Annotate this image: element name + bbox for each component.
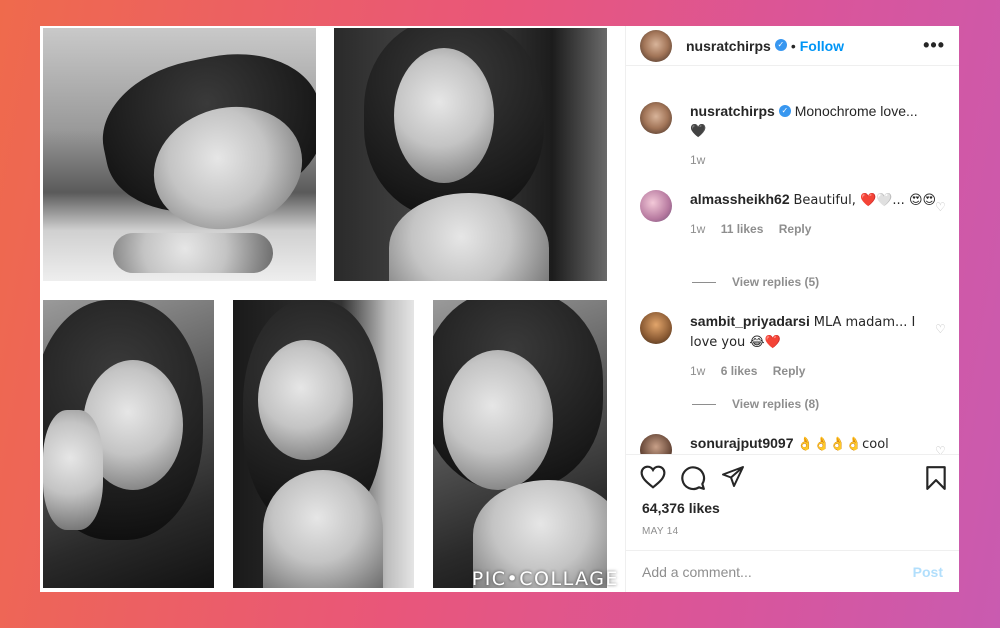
post-side-panel: nusratchirps ✓ • Follow ••• nusratchirps… bbox=[625, 26, 959, 592]
post-frame: PIC•COLLAGE nusratchirps ✓ • Follow ••• … bbox=[40, 26, 959, 592]
comment-icon[interactable] bbox=[680, 465, 706, 491]
comment-like-heart-icon[interactable]: ♡ bbox=[935, 322, 947, 336]
comments-list[interactable]: nusratchirps ✓ Monochrome love... 🖤 1w al… bbox=[626, 66, 959, 454]
caption-text: Monochrome love... bbox=[794, 103, 918, 119]
commenter-avatar[interactable] bbox=[640, 190, 672, 222]
caption-time: 1w bbox=[690, 153, 706, 167]
caption: nusratchirps ✓ Monochrome love... 🖤 1w bbox=[640, 102, 945, 170]
comment-username[interactable]: almassheikh62 bbox=[690, 191, 790, 207]
bookmark-icon[interactable] bbox=[925, 465, 947, 491]
collage-watermark: PIC•COLLAGE bbox=[471, 568, 619, 590]
comment-item: sambit_priyadarsi MLA madam... I love yo… bbox=[640, 312, 945, 381]
verified-badge-icon: ✓ bbox=[774, 38, 787, 51]
post-comment-button[interactable]: Post bbox=[913, 564, 943, 580]
post-date: MAY 14 bbox=[642, 526, 679, 537]
comment-text: 👌👌👌👌cool bbox=[797, 437, 889, 452]
comment-username[interactable]: sambit_priyadarsi bbox=[690, 313, 810, 329]
author-avatar[interactable] bbox=[640, 29, 672, 62]
add-comment-bar: Add a comment... Post bbox=[626, 550, 959, 592]
collage-photo-5 bbox=[433, 300, 607, 588]
follow-button[interactable]: Follow bbox=[800, 38, 844, 54]
comment-meta: 1w 6 likes Reply bbox=[690, 362, 945, 381]
caption-emoji: 🖤 bbox=[690, 124, 707, 139]
comment-text: Beautiful, ❤️🤍... 😍😍 bbox=[793, 193, 937, 208]
comment-time: 1w bbox=[690, 222, 706, 236]
collage-photo-1 bbox=[43, 28, 316, 281]
comment-likes[interactable]: 11 likes bbox=[721, 222, 764, 236]
more-options-icon[interactable]: ••• bbox=[923, 35, 945, 56]
share-icon[interactable] bbox=[720, 465, 746, 489]
commenter-avatar[interactable] bbox=[640, 434, 672, 454]
comment-item: sonurajput9097 👌👌👌👌cool bbox=[640, 434, 945, 454]
verified-badge-icon: ✓ bbox=[778, 105, 791, 118]
comment-username[interactable]: sonurajput9097 bbox=[690, 435, 793, 451]
commenter-avatar[interactable] bbox=[640, 312, 672, 344]
collage-photo-4 bbox=[233, 300, 414, 588]
caption-avatar[interactable] bbox=[640, 102, 672, 134]
reply-button[interactable]: Reply bbox=[779, 222, 812, 236]
view-replies-button[interactable]: View replies (8) bbox=[692, 397, 819, 411]
author-username[interactable]: nusratchirps bbox=[686, 38, 771, 54]
caption-username[interactable]: nusratchirps bbox=[690, 103, 775, 119]
comment-item: almassheikh62 Beautiful, ❤️🤍... 😍😍 1w 11… bbox=[640, 190, 945, 239]
comment-meta: 1w 11 likes Reply bbox=[690, 220, 945, 239]
add-comment-input[interactable]: Add a comment... bbox=[642, 564, 913, 580]
caption-meta: 1w bbox=[690, 151, 945, 170]
comment-time: 1w bbox=[690, 364, 706, 378]
comment-likes[interactable]: 6 likes bbox=[721, 364, 758, 378]
post-actions: 64,376 likes MAY 14 bbox=[626, 454, 959, 550]
reply-button[interactable]: Reply bbox=[773, 364, 806, 378]
header-separator: • bbox=[790, 37, 796, 54]
collage-photo-2 bbox=[334, 28, 607, 281]
view-replies-button[interactable]: View replies (5) bbox=[692, 275, 819, 289]
post-header: nusratchirps ✓ • Follow ••• bbox=[626, 26, 959, 66]
post-media[interactable]: PIC•COLLAGE bbox=[40, 26, 625, 592]
action-icons bbox=[640, 465, 947, 495]
like-count[interactable]: 64,376 likes bbox=[642, 500, 720, 516]
comment-like-heart-icon[interactable]: ♡ bbox=[935, 444, 947, 454]
heart-icon[interactable] bbox=[640, 465, 666, 489]
collage-photo-3 bbox=[43, 300, 214, 588]
comment-like-heart-icon[interactable]: ♡ bbox=[935, 200, 947, 214]
